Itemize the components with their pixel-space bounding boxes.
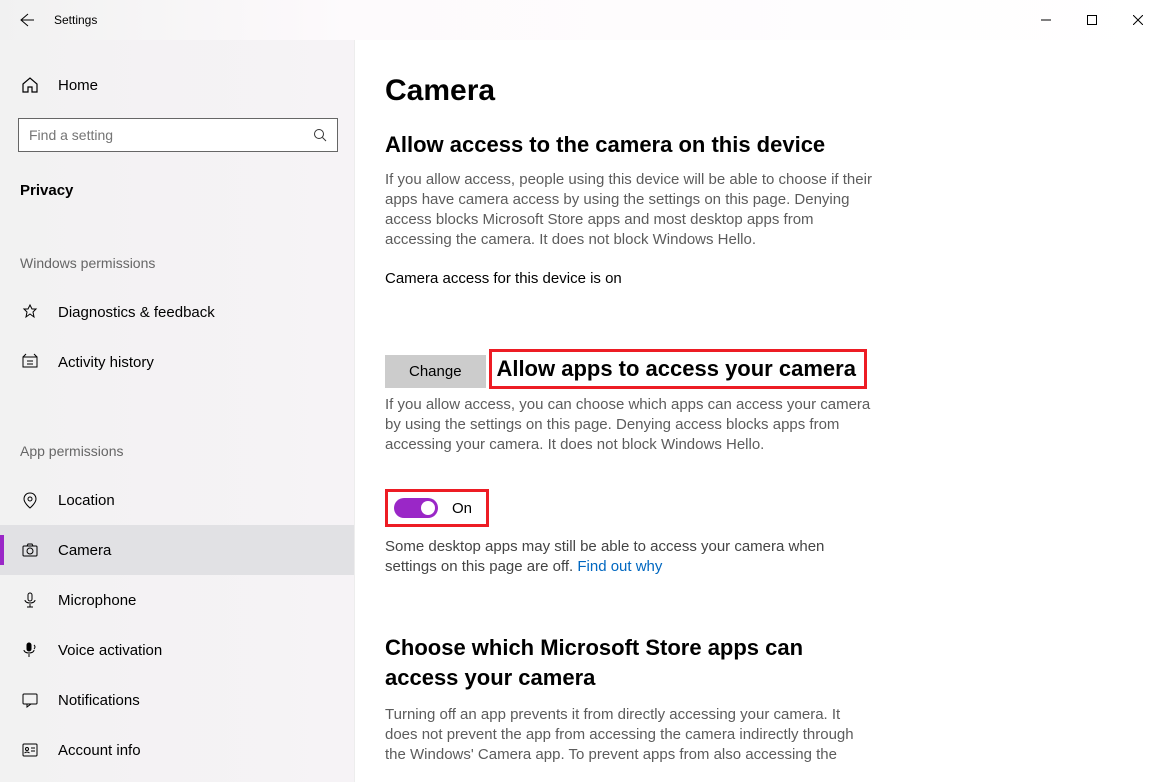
search-input-wrap[interactable]: [18, 118, 338, 152]
sidebar-item-camera[interactable]: Camera: [0, 525, 354, 575]
history-icon: [20, 353, 40, 371]
section-heading-device-access: Allow access to the camera on this devic…: [385, 132, 1121, 158]
sidebar-item-notifications[interactable]: Notifications: [0, 675, 354, 725]
allow-apps-toggle[interactable]: [394, 498, 438, 518]
close-button[interactable]: [1115, 4, 1161, 36]
sidebar-item-label: Camera: [58, 542, 111, 559]
sidebar-item-label: Notifications: [58, 692, 140, 709]
sidebar-item-account-info[interactable]: Account info: [0, 725, 354, 775]
back-button[interactable]: [16, 10, 36, 30]
sidebar-item-label: Diagnostics & feedback: [58, 304, 215, 321]
group-label-app-permissions: App permissions: [18, 443, 338, 459]
sidebar-item-diagnostics[interactable]: Diagnostics & feedback: [0, 287, 354, 337]
account-icon: [20, 741, 40, 759]
section-desc-device-access: If you allow access, people using this d…: [385, 170, 875, 250]
sidebar: Home Privacy Windows permissions Diagnos…: [0, 40, 355, 782]
sidebar-item-activity-history[interactable]: Activity history: [0, 337, 354, 387]
section-heading-choose-apps: Choose which Microsoft Store apps can ac…: [385, 633, 875, 693]
content-area: Camera Allow access to the camera on thi…: [355, 40, 1161, 782]
sidebar-item-label: Activity history: [58, 354, 154, 371]
home-label: Home: [58, 77, 98, 94]
sidebar-item-location[interactable]: Location: [0, 475, 354, 525]
home-nav[interactable]: Home: [18, 66, 338, 104]
diagnostics-icon: [20, 303, 40, 321]
location-icon: [20, 491, 40, 509]
camera-icon: [20, 541, 40, 559]
sidebar-item-microphone[interactable]: Microphone: [0, 575, 354, 625]
sidebar-item-label: Account info: [58, 742, 141, 759]
window-title: Settings: [54, 13, 97, 27]
sidebar-item-label: Voice activation: [58, 642, 162, 659]
section-heading-app-access: Allow apps to access your camera: [496, 356, 856, 382]
voice-icon: [20, 641, 40, 659]
section-desc-app-access: If you allow access, you can choose whic…: [385, 395, 875, 455]
arrow-left-icon: [18, 12, 34, 28]
change-button[interactable]: Change: [385, 355, 486, 388]
group-label-windows-permissions: Windows permissions: [18, 255, 338, 271]
camera-access-status: Camera access for this device is on: [385, 270, 1121, 287]
window-controls: [1023, 4, 1161, 36]
find-out-why-link[interactable]: Find out why: [577, 558, 662, 575]
home-icon: [20, 76, 40, 94]
sidebar-item-voice-activation[interactable]: Voice activation: [0, 625, 354, 675]
close-icon: [1133, 15, 1143, 25]
page-title: Camera: [385, 74, 1121, 108]
maximize-icon: [1087, 15, 1097, 25]
maximize-button[interactable]: [1069, 4, 1115, 36]
notifications-icon: [20, 691, 40, 709]
section-desc-choose-apps: Turning off an app prevents it from dire…: [385, 705, 875, 765]
highlight-box-heading: Allow apps to access your camera: [489, 349, 867, 389]
category-title: Privacy: [18, 182, 338, 199]
toggle-state-label: On: [452, 500, 472, 517]
titlebar: Settings: [0, 0, 1161, 40]
sidebar-item-label: Microphone: [58, 592, 136, 609]
highlight-box-toggle: On: [385, 489, 489, 527]
desktop-apps-note: Some desktop apps may still be able to a…: [385, 537, 855, 577]
search-input[interactable]: [29, 127, 313, 143]
minimize-button[interactable]: [1023, 4, 1069, 36]
minimize-icon: [1041, 15, 1051, 25]
sidebar-item-label: Location: [58, 492, 115, 509]
microphone-icon: [20, 591, 40, 609]
search-icon: [313, 128, 327, 142]
